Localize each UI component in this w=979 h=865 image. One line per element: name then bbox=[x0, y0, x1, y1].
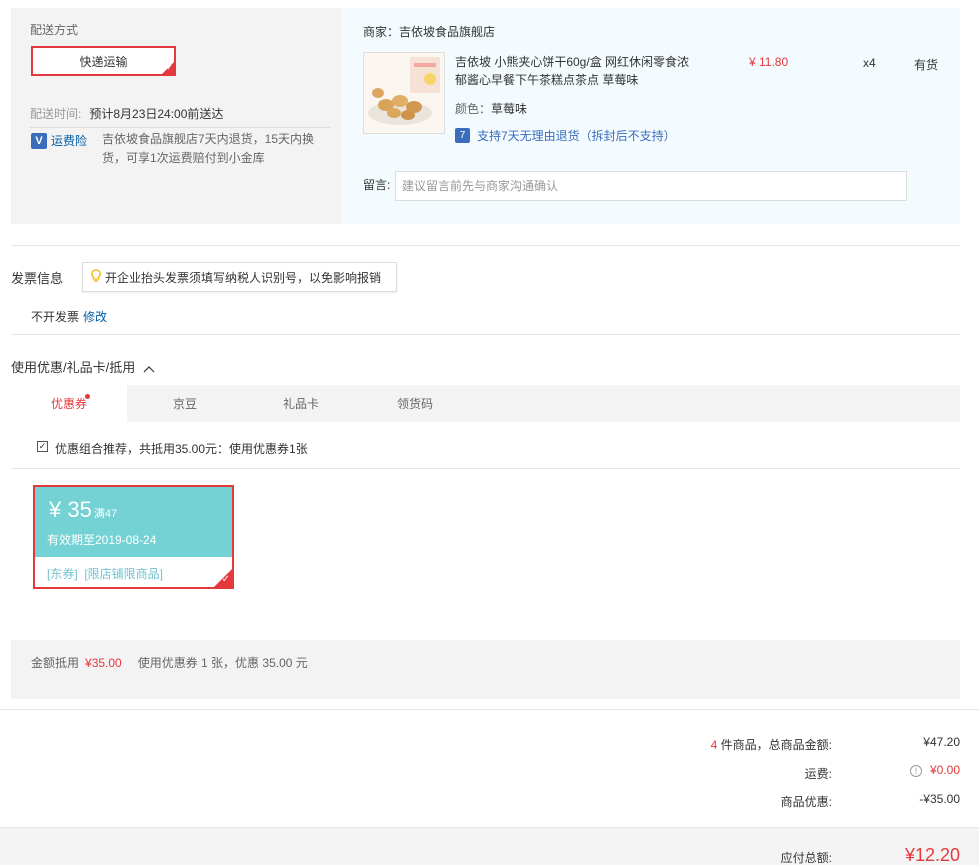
coupon-summary: 金额抵用 ¥35.00 使用优惠券 1 张，优惠 35.00 元 bbox=[31, 654, 308, 671]
goods-total-label: 4 件商品，总商品金额: bbox=[711, 736, 832, 753]
merchant-name: 商家：吉依坡食品旗舰店 bbox=[363, 25, 496, 39]
shield-icon: V bbox=[31, 133, 47, 149]
freight-value: ¥0.00 bbox=[929, 763, 960, 777]
divider bbox=[11, 334, 960, 335]
coupon-summary-label: 金额抵用 bbox=[31, 656, 80, 670]
discount-value: -¥35.00 bbox=[919, 792, 960, 806]
coupon-card-header: ¥ 35 满47 有效期至2019-08-24 bbox=[35, 487, 232, 557]
delivery-time-value: 预计8月23日24:00前送达 bbox=[89, 107, 224, 121]
coupon-summary-used: 使用优惠券 1 张，优惠 35.00 元 bbox=[137, 656, 308, 670]
invoice-title: 发票信息 bbox=[11, 271, 64, 286]
product-color-label: 颜色： bbox=[455, 102, 492, 116]
freight-insurance-link[interactable]: 运费险 bbox=[51, 132, 87, 149]
divider bbox=[0, 709, 979, 710]
item-count-label: 件商品，总商品金额: bbox=[717, 738, 832, 752]
lightbulb-icon bbox=[91, 268, 101, 286]
divider bbox=[11, 468, 960, 469]
invoice-tip-text: 开企业抬头发票须填写纳税人识别号，以免影响报销 bbox=[105, 270, 382, 285]
return-policy-icon: 7 bbox=[455, 128, 470, 143]
product-color: 颜色：草莓味 bbox=[455, 100, 527, 117]
tab-gift-card[interactable]: 礼品卡 bbox=[243, 385, 359, 422]
payable-label: 应付总额: bbox=[780, 851, 832, 865]
payable-value: ¥12.20 bbox=[904, 845, 960, 865]
selected-check-icon: ✓ bbox=[214, 569, 232, 587]
tab-coupon[interactable]: 优惠券 bbox=[11, 385, 127, 422]
product-price: ¥ 11.80 bbox=[749, 55, 789, 69]
memo-input[interactable] bbox=[395, 171, 907, 201]
invoice-status: 不开发票 修改 bbox=[31, 308, 107, 325]
invoice-status-text: 不开发票 bbox=[31, 310, 80, 324]
combo-checkbox[interactable]: ✓ bbox=[37, 441, 48, 452]
coupon-summary-amount: ¥35.00 bbox=[85, 656, 122, 670]
product-quantity: x4 bbox=[863, 56, 876, 70]
shipping-method-label: 配送方式 bbox=[30, 23, 79, 37]
payable-bar: 应付总额: ¥12.20 bbox=[0, 827, 979, 865]
coupon-panel: 优惠券 京豆 礼品卡 领货码 ✓ 优惠组合推荐，共抵用35.00元：使用优惠券1… bbox=[11, 385, 960, 699]
product-image[interactable] bbox=[363, 52, 445, 134]
coupon-expiry: 有效期至2019-08-24 bbox=[47, 533, 157, 547]
divider bbox=[11, 245, 960, 246]
freight-value-row: ! ¥0.00 bbox=[909, 763, 960, 777]
freight-label: 运费: bbox=[804, 767, 832, 781]
return-policy-text: 支持7天无理由退货（拆封后不支持） bbox=[477, 129, 676, 143]
delivery-time: 配送时间: 预计8月23日24:00前送达 bbox=[30, 105, 223, 122]
coupon-section-toggle[interactable]: 使用优惠/礼品卡/抵用 bbox=[11, 357, 155, 376]
chevron-up-icon bbox=[143, 361, 155, 376]
selected-check-icon: ✓ bbox=[162, 62, 174, 74]
tab-jingdou[interactable]: 京豆 bbox=[127, 385, 243, 422]
coupon-section-title: 使用优惠/礼品卡/抵用 bbox=[11, 360, 136, 375]
product-name[interactable]: 吉依坡 小熊夹心饼干60g/盒 网红休闲零食浓郁酱心早餐下午茶糕点茶点 草莓味 bbox=[455, 53, 695, 89]
coupon-amount-value: ¥ 35 bbox=[49, 497, 92, 522]
delivery-section: 配送方式 快递运输 ✓ 配送时间: 预计8月23日24:00前送达 V 运费险 吉… bbox=[11, 8, 960, 224]
coupon-tabs: 优惠券 京豆 礼品卡 领货码 bbox=[11, 385, 960, 422]
tab-gift-card-label: 礼品卡 bbox=[282, 397, 319, 411]
product-color-value: 草莓味 bbox=[491, 102, 528, 116]
product-thumbnail-icon bbox=[364, 53, 444, 133]
stock-status: 有货 bbox=[914, 58, 939, 72]
shipping-panel: 配送方式 快递运输 ✓ 配送时间: 预计8月23日24:00前送达 V 运费险 吉… bbox=[11, 8, 341, 224]
memo-label: 留言: bbox=[363, 178, 391, 192]
invoice-edit-link[interactable]: 修改 bbox=[83, 310, 107, 324]
divider bbox=[30, 127, 330, 128]
coupon-amount: ¥ 35 满47 bbox=[49, 497, 117, 523]
combo-recommend-text: 优惠组合推荐，共抵用35.00元：使用优惠券1张 bbox=[55, 442, 308, 456]
coupon-body: ✓ 优惠组合推荐，共抵用35.00元：使用优惠券1张 ¥ 35 满47 有效期至2… bbox=[11, 422, 960, 640]
notification-dot-icon bbox=[85, 394, 90, 399]
info-icon[interactable]: ! bbox=[909, 764, 922, 777]
tab-coupon-label: 优惠券 bbox=[50, 397, 87, 411]
delivery-time-label: 配送时间: bbox=[30, 107, 82, 121]
coupon-card[interactable]: ¥ 35 满47 有效期至2019-08-24 [东券] [限店铺限商品] ✓ bbox=[33, 485, 234, 589]
coupon-threshold: 满47 bbox=[93, 508, 118, 520]
goods-total-value: ¥47.20 bbox=[923, 735, 960, 749]
invoice-tip: 开企业抬头发票须填写纳税人识别号，以免影响报销 bbox=[82, 262, 397, 292]
discount-label: 商品优惠: bbox=[780, 795, 832, 809]
tab-pickup-code-label: 领货码 bbox=[396, 397, 433, 411]
express-shipping-button[interactable]: 快递运输 ✓ bbox=[31, 46, 176, 76]
shop-panel: 商家：吉依坡食品旗舰店 吉依坡 小熊夹心饼干60g/盒 网红休闲零食浓郁酱心早餐… bbox=[341, 8, 960, 224]
express-shipping-label: 快递运输 bbox=[79, 54, 128, 69]
tab-jingdou-label: 京豆 bbox=[172, 397, 197, 411]
freight-insurance-text: 吉依坡食品旗舰店7天内退货，15天内换货，可享1次运费赔付到小金库 bbox=[102, 132, 315, 165]
tab-pickup-code[interactable]: 领货码 bbox=[357, 385, 473, 422]
coupon-tags: [东券] [限店铺限商品] bbox=[47, 567, 164, 581]
